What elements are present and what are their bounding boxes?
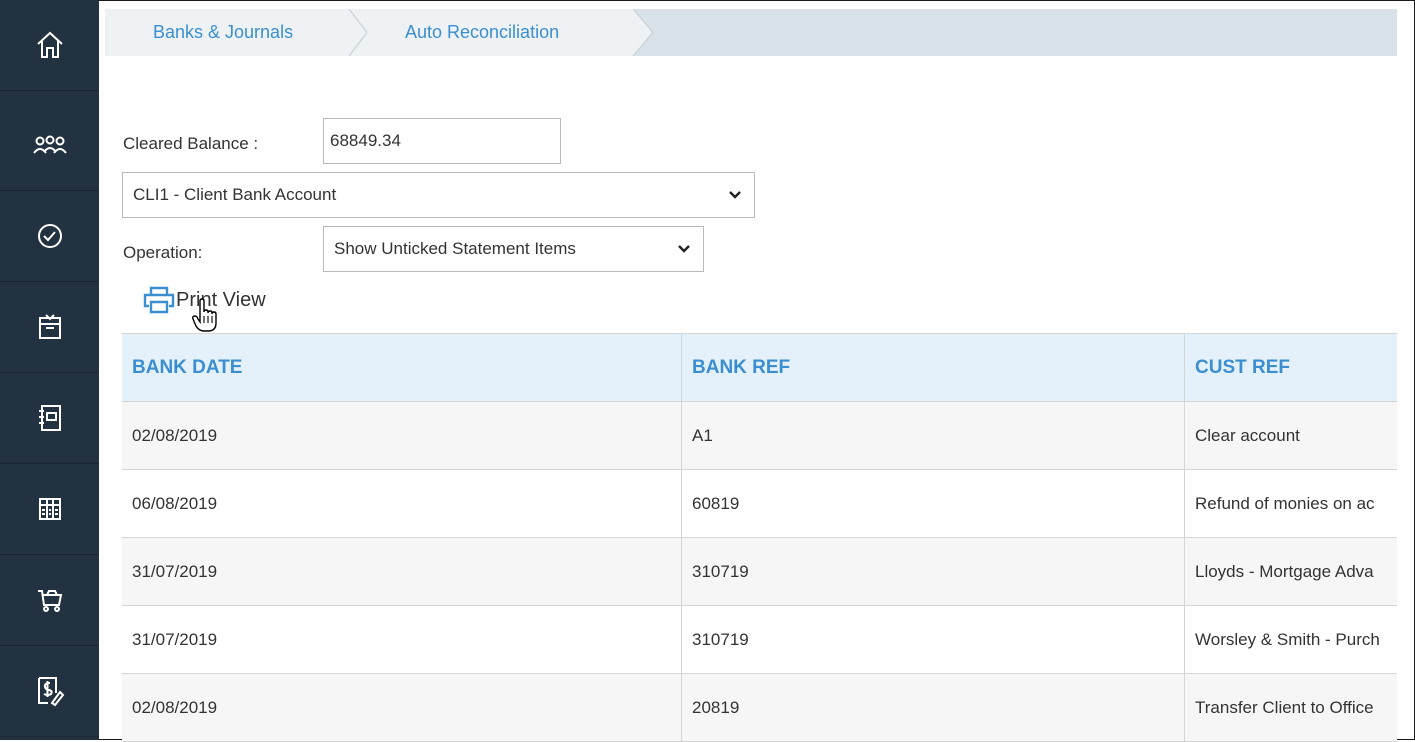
cleared-balance-input[interactable] (323, 118, 561, 164)
cell-bank-date: 02/08/2019 (132, 425, 218, 445)
cell-cust-ref: Worsley & Smith - Purch (1184, 606, 1397, 673)
column-header-cust-ref[interactable]: CUST REF (1184, 334, 1397, 401)
ledger-icon (38, 498, 61, 520)
calendar-icon (38, 314, 61, 339)
sidebar (0, 0, 99, 740)
invoice-dollar-icon (37, 677, 64, 707)
table-row[interactable]: 02/08/2019 20819 Transfer Client to Offi… (122, 674, 1397, 742)
sidebar-item-people[interactable] (0, 100, 99, 191)
account-select-value: CLI1 - Client Bank Account (133, 185, 337, 204)
table-row[interactable]: 31/07/2019 310719 Worsley & Smith - Purc… (122, 606, 1397, 674)
cell-bank-ref: 20819 (681, 674, 1184, 741)
clock-icon (37, 224, 62, 248)
chevron-down-icon (729, 191, 741, 199)
breadcrumb: Banks & Journals Auto Reconciliation (105, 9, 1397, 56)
table-row[interactable]: 02/08/2019 A1 Clear account (122, 402, 1397, 470)
breadcrumb-banks-journals[interactable]: Banks & Journals (105, 9, 367, 56)
cell-bank-date: 31/07/2019 (132, 561, 218, 581)
reconciliation-table: BANK DATE BANK REF CUST REF 02/08/2019 A… (122, 333, 1397, 742)
operation-select-value: Show Unticked Statement Items (334, 239, 576, 258)
sidebar-item-calendar[interactable] (0, 282, 99, 373)
sidebar-item-ledger[interactable] (0, 464, 99, 555)
cell-bank-date: 02/08/2019 (132, 697, 218, 717)
sidebar-item-notebook[interactable] (0, 373, 99, 464)
breadcrumb-arrow-icon (633, 9, 654, 56)
cell-bank-ref: A1 (681, 402, 1184, 469)
cell-cust-ref: Transfer Client to Office (1184, 674, 1397, 741)
cell-cust-ref: Lloyds - Mortgage Adva (1184, 538, 1397, 605)
sidebar-item-home[interactable] (0, 0, 99, 91)
operation-select[interactable]: Show Unticked Statement Items (323, 226, 704, 272)
sidebar-item-basket[interactable] (0, 555, 99, 646)
account-select[interactable]: CLI1 - Client Bank Account (122, 172, 755, 218)
basket-icon (37, 590, 62, 612)
breadcrumb-separator-icon (347, 9, 369, 56)
cell-bank-ref: 310719 (681, 538, 1184, 605)
table-row[interactable]: 06/08/2019 60819 Refund of monies on ac (122, 470, 1397, 538)
breadcrumb-auto-reconciliation[interactable]: Auto Reconciliation (367, 9, 633, 56)
printer-icon (143, 286, 175, 314)
chevron-down-icon (678, 245, 690, 253)
table-header-row: BANK DATE BANK REF CUST REF (122, 333, 1397, 402)
column-header-bank-date[interactable]: BANK DATE (122, 334, 681, 401)
cell-bank-date: 31/07/2019 (132, 629, 218, 649)
hand-pointer-cursor-icon (192, 298, 217, 332)
cell-bank-ref: 60819 (681, 470, 1184, 537)
table-row[interactable]: 31/07/2019 310719 Lloyds - Mortgage Adva (122, 538, 1397, 606)
home-icon (36, 31, 63, 58)
cell-cust-ref: Refund of monies on ac (1184, 470, 1397, 537)
sidebar-item-billing[interactable] (0, 646, 99, 737)
people-icon (32, 135, 67, 154)
cell-bank-date: 06/08/2019 (132, 493, 218, 513)
cleared-balance-label: Cleared Balance : (123, 134, 259, 153)
cell-cust-ref: Clear account (1184, 402, 1397, 469)
notebook-icon (38, 405, 61, 431)
sidebar-item-time[interactable] (0, 191, 99, 282)
operation-label: Operation: (123, 243, 203, 262)
cell-bank-ref: 310719 (681, 606, 1184, 673)
column-header-bank-ref[interactable]: BANK REF (681, 334, 1184, 401)
